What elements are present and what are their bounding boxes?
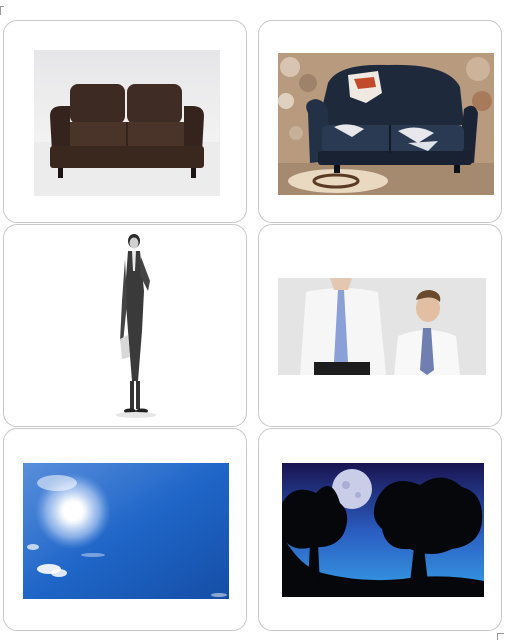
picture-card-1[interactable] [3, 20, 247, 223]
top-left-corner-mark [0, 6, 4, 15]
brown-sofa-image [34, 50, 220, 196]
tall-man-illustration-image [110, 231, 162, 421]
tall-and-short-men-image [278, 278, 486, 375]
picture-card-3[interactable] [3, 224, 247, 427]
picture-card-2[interactable] [258, 20, 502, 223]
bottom-right-corner-mark [497, 633, 504, 640]
picture-card-4[interactable] [258, 224, 502, 427]
damaged-leather-sofa-image [278, 53, 494, 195]
bright-sun-sky-image [23, 463, 229, 599]
picture-card-6[interactable] [258, 428, 502, 631]
moon-night-trees-image [282, 463, 484, 597]
picture-card-5[interactable] [3, 428, 247, 631]
